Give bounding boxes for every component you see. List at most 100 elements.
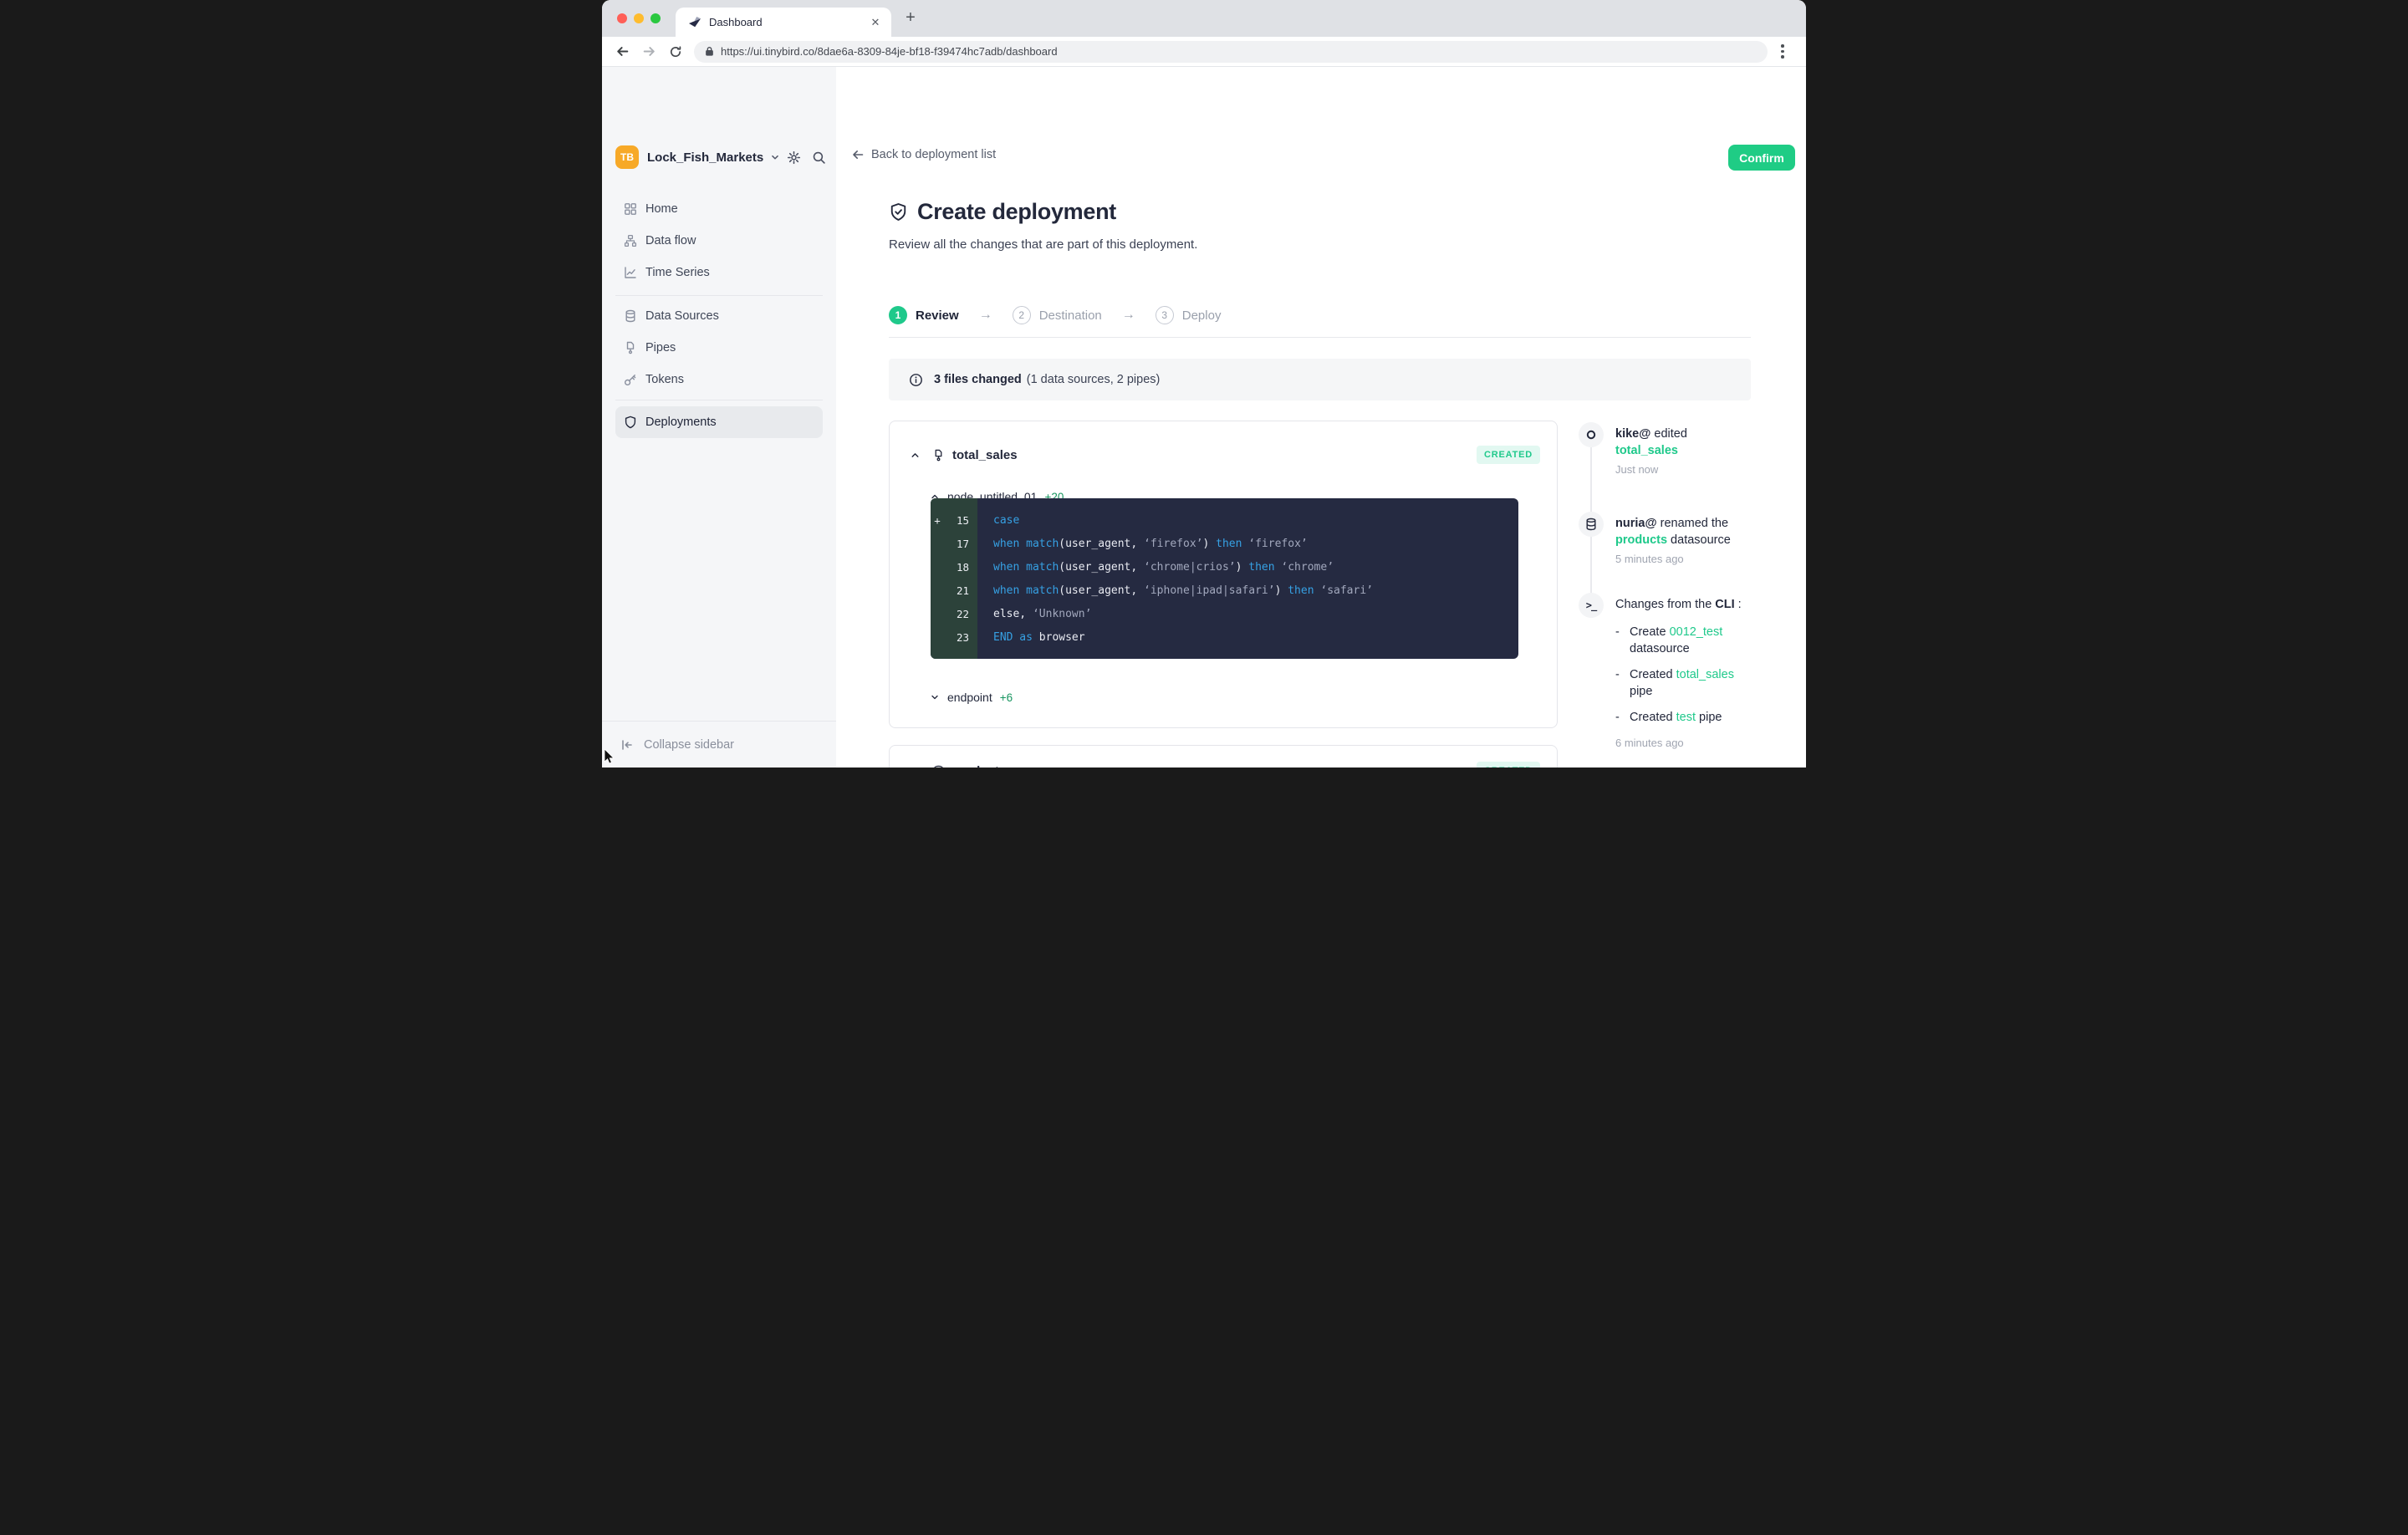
info-icon: [909, 373, 923, 387]
tab-close-icon[interactable]: ✕: [868, 15, 883, 30]
total-sales-card-header[interactable]: total_sales CREATED: [890, 440, 1557, 470]
settings-gear-icon[interactable]: [787, 150, 801, 165]
main-content: Back to deployment list Confirm Create d…: [836, 67, 1806, 768]
files-changed-detail: (1 data sources, 2 pipes): [1027, 373, 1161, 386]
browser-menu-icon[interactable]: [1774, 44, 1791, 59]
status-badge: CREATED: [1477, 446, 1540, 464]
diff-line: 23END as browser: [931, 625, 1518, 649]
url-bar[interactable]: https://ui.tinybird.co/8dae6a-8309-84je-…: [694, 41, 1768, 63]
confirm-button[interactable]: Confirm: [1728, 145, 1795, 171]
collapse-sidebar-button[interactable]: Collapse sidebar: [602, 721, 836, 768]
flow-icon: [624, 234, 637, 247]
database-icon: [624, 309, 637, 323]
section-divider: [889, 337, 1751, 338]
diff-line: 17when match(user_agent, ‘firefox’) then…: [931, 532, 1518, 555]
window-minimize-button[interactable]: [634, 13, 644, 23]
tab-strip: Dashboard ✕ +: [602, 0, 1806, 37]
step-number: 1: [889, 306, 907, 324]
new-tab-button[interactable]: +: [900, 8, 921, 29]
collapse-sidebar-icon: [620, 738, 634, 752]
step-deploy[interactable]: 3Deploy: [1156, 306, 1222, 324]
database-icon: [932, 765, 945, 768]
sidebar-item-label: Data flow: [645, 234, 696, 247]
chevron-down-icon[interactable]: [930, 692, 940, 702]
grid-icon: [624, 202, 637, 216]
activity-entry: nuria@ renamed the products datasource5 …: [1579, 511, 1751, 568]
sidebar-item-label: Time Series: [645, 266, 710, 279]
sidebar-item-tokens[interactable]: Tokens: [602, 364, 823, 395]
endpoint-toggle-row[interactable]: endpoint +6: [930, 691, 1013, 704]
diff-line-number: 18: [931, 561, 977, 574]
cli-change-list: -Create 0012_test datasource-Created tot…: [1615, 624, 1747, 726]
deployment-stepper: 1Review→2Destination→3Deploy: [889, 306, 1221, 324]
resource-link[interactable]: total_sales: [1615, 444, 1678, 457]
pipe-icon: [932, 449, 945, 462]
change-card-total-sales: total_sales CREATED node_untitled_01 +20…: [889, 421, 1558, 728]
window-close-button[interactable]: [617, 13, 627, 23]
browser-toolbar: https://ui.tinybird.co/8dae6a-8309-84je-…: [602, 37, 1806, 67]
back-to-deployment-list-link[interactable]: Back to deployment list: [851, 148, 996, 161]
pipe-icon: [624, 341, 637, 354]
diff-line: 21when match(user_agent, ‘iphone|ipad|sa…: [931, 579, 1518, 602]
sidebar-item-label: Tokens: [645, 373, 684, 386]
step-arrow-icon: →: [1122, 308, 1135, 323]
terminal-icon: >_: [1579, 593, 1604, 618]
sidebar-item-home[interactable]: Home: [602, 193, 823, 225]
chevron-up-icon[interactable]: [910, 450, 921, 461]
browser-tab[interactable]: Dashboard ✕: [676, 8, 891, 37]
activity-entry-text: kike@ edited total_salesJust now: [1615, 421, 1747, 478]
sidebar-divider: [615, 295, 823, 296]
workspace-switcher[interactable]: TB Lock_Fish_Markets: [615, 142, 826, 172]
diff-line-code: END as browser: [977, 631, 1085, 644]
sidebar-item-data-flow[interactable]: Data flow: [602, 225, 823, 257]
step-destination[interactable]: 2Destination: [1013, 306, 1102, 324]
step-number: 2: [1013, 306, 1031, 324]
activity-timestamp: 5 minutes ago: [1615, 551, 1747, 568]
workspace-name: Lock_Fish_Markets: [647, 150, 763, 165]
window-controls: [617, 13, 661, 23]
diff-line-number: 17: [931, 538, 977, 550]
window-zoom-button[interactable]: [650, 13, 661, 23]
code-diff-block: +15case 17when match(user_agent, ‘firefox…: [931, 498, 1518, 659]
key-icon: [624, 373, 637, 386]
sidebar-item-data-sources[interactable]: Data Sources: [602, 300, 823, 332]
diff-line: 18when match(user_agent, ‘chrome|crios’)…: [931, 555, 1518, 579]
sidebar-item-time-series[interactable]: Time Series: [602, 257, 823, 288]
browser-back-button[interactable]: [612, 42, 632, 62]
lock-icon: [704, 46, 715, 57]
card-name: products: [952, 764, 1006, 768]
change-card-products: products CREATED: [889, 745, 1558, 768]
diff-line-number: +15: [931, 514, 977, 527]
browser-reload-button[interactable]: [666, 42, 686, 62]
activity-entry: >_ Changes from the CLI :-Create 0012_tes…: [1579, 592, 1751, 752]
chevron-down-icon: [769, 151, 781, 163]
sidebar-item-deployments[interactable]: Deployments: [615, 406, 823, 438]
sidebar-item-pipes[interactable]: Pipes: [602, 332, 823, 364]
resource-link[interactable]: total_sales: [1676, 668, 1734, 681]
diff-line-number: 22: [931, 608, 977, 620]
files-changed-banner: 3 files changed (1 data sources, 2 pipes…: [889, 359, 1751, 400]
activity-timestamp: 6 minutes ago: [1615, 735, 1747, 752]
resource-link[interactable]: products: [1615, 533, 1667, 547]
card-name: total_sales: [952, 448, 1018, 462]
diff-line-code: case: [977, 514, 1019, 527]
step-label: Deploy: [1182, 309, 1222, 323]
page-subtitle: Review all the changes that are part of …: [889, 237, 1197, 252]
resource-link[interactable]: test: [1676, 711, 1696, 724]
step-label: Review: [916, 309, 959, 323]
step-review[interactable]: 1 Review: [889, 306, 959, 324]
search-icon[interactable]: [812, 150, 826, 165]
collapse-sidebar-label: Collapse sidebar: [644, 738, 734, 752]
page-title: Create deployment: [917, 199, 1116, 225]
status-badge: CREATED: [1477, 762, 1540, 768]
resource-link[interactable]: 0012_test: [1670, 625, 1723, 639]
sidebar-item-label: Home: [645, 202, 678, 216]
products-card-header[interactable]: products CREATED: [890, 756, 1557, 768]
diff-line-code: when match(user_agent, ‘chrome|crios’) t…: [977, 561, 1334, 574]
sidebar: TB Lock_Fish_Markets Home Data flow Time S…: [602, 67, 836, 768]
diff-line-code: when match(user_agent, ‘iphone|ipad|safa…: [977, 584, 1373, 597]
chevron-down-icon[interactable]: [910, 766, 921, 768]
tinybird-favicon: [688, 16, 701, 29]
browser-forward-button[interactable]: [639, 42, 659, 62]
activity-entry-text: Changes from the CLI :-Create 0012_test …: [1615, 592, 1747, 752]
